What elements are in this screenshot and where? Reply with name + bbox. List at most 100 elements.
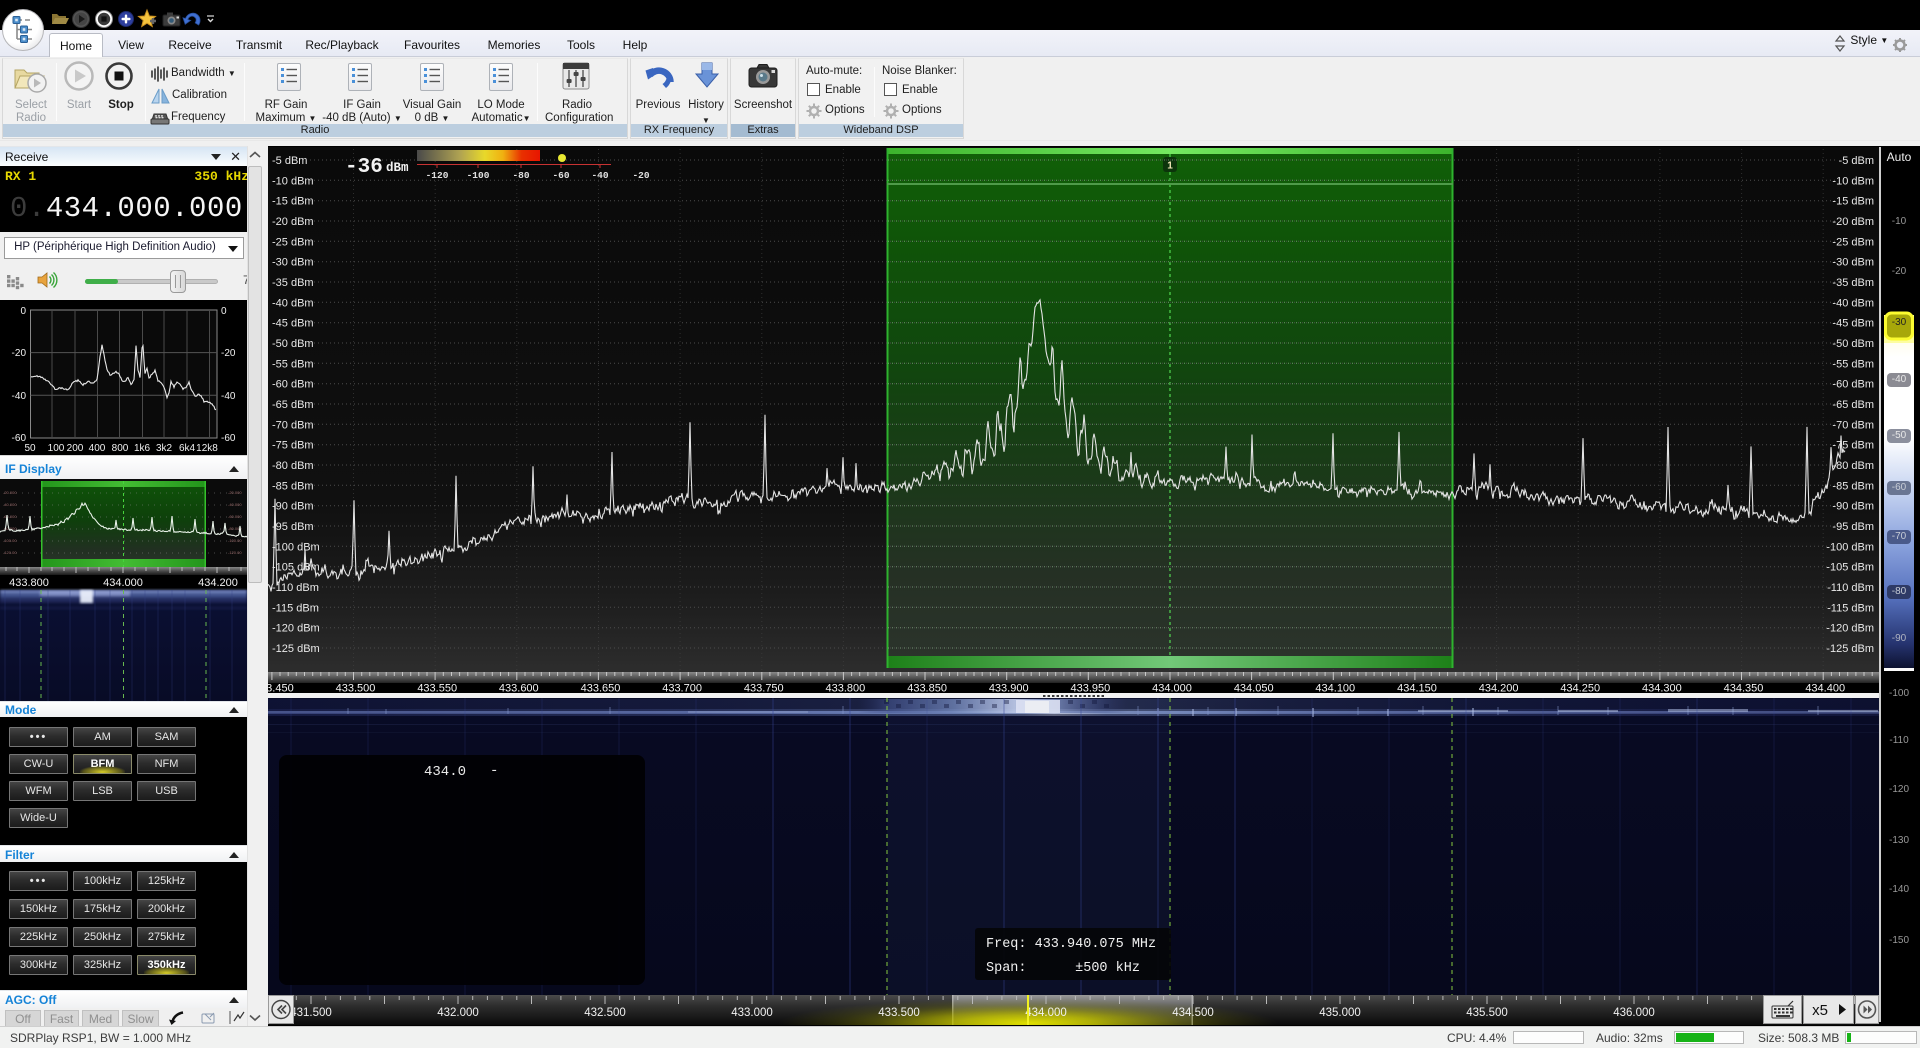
svg-text:1: 1: [1167, 161, 1173, 172]
svg-text:-65 dBm: -65 dBm: [272, 399, 314, 411]
svg-text:-60: -60: [221, 433, 236, 444]
svg-text:-15 dBm: -15 dBm: [272, 196, 314, 208]
svg-text:0: 0: [221, 306, 227, 317]
svg-text:-25 dBm: -25 dBm: [1832, 236, 1874, 248]
svg-text:-50 dBm: -50 dBm: [1832, 338, 1874, 350]
svg-text:-115 dBm: -115 dBm: [272, 602, 319, 614]
svg-text:12k8: 12k8: [196, 443, 218, 454]
svg-text:-70 dBm: -70 dBm: [1832, 419, 1874, 431]
svg-text:-40.000: -40.000: [3, 502, 17, 507]
svg-text:-90 dBm: -90 dBm: [1832, 501, 1874, 513]
svg-text:6k4: 6k4: [179, 443, 196, 454]
svg-text:434.100: 434.100: [1315, 683, 1355, 694]
svg-text:Freq: 433.940.075 MHz: Freq: 433.940.075 MHz: [986, 937, 1156, 952]
svg-text:433.900: 433.900: [989, 683, 1029, 694]
svg-text:-60 dBm: -60 dBm: [272, 379, 314, 391]
svg-text:434.400: 434.400: [1805, 683, 1845, 694]
svg-text:-10 dBm: -10 dBm: [272, 175, 314, 187]
svg-text:-25 dBm: -25 dBm: [272, 236, 314, 248]
svg-text:-60: -60: [552, 170, 569, 181]
svg-text:-30 dBm: -30 dBm: [272, 257, 314, 269]
svg-text:434.000: 434.000: [1025, 1007, 1067, 1019]
svg-text:-120.00: -120.00: [228, 550, 242, 555]
svg-text:433.000: 433.000: [731, 1007, 773, 1019]
svg-text:-70 dBm: -70 dBm: [272, 419, 314, 431]
svg-text:x5: x5: [1812, 1002, 1828, 1019]
svg-text:-20: -20: [221, 348, 236, 359]
svg-text:-40: -40: [12, 391, 27, 402]
svg-text:-45 dBm: -45 dBm: [272, 318, 314, 330]
svg-text:100: 100: [48, 443, 65, 454]
svg-text:434.350: 434.350: [1724, 683, 1764, 694]
svg-text:433.500: 433.500: [878, 1007, 920, 1019]
svg-text:-20: -20: [12, 348, 27, 359]
svg-text:-40: -40: [221, 391, 236, 402]
svg-text:-100: -100: [467, 170, 490, 181]
svg-text:-: -: [490, 763, 498, 779]
svg-text:-20 dBm: -20 dBm: [1832, 216, 1874, 228]
svg-text:800: 800: [112, 443, 129, 454]
svg-text:dBm: dBm: [386, 161, 409, 175]
svg-text:-100 dBm: -100 dBm: [272, 541, 320, 553]
svg-text:-125 dBm: -125 dBm: [1826, 643, 1874, 655]
svg-text:435.500: 435.500: [1466, 1007, 1508, 1019]
svg-text:-95 dBm: -95 dBm: [1832, 521, 1874, 533]
svg-text:434.150: 434.150: [1397, 683, 1437, 694]
svg-text:-40: -40: [591, 170, 608, 181]
svg-text:-100.00: -100.00: [228, 538, 242, 543]
svg-text:-5 dBm: -5 dBm: [1839, 155, 1874, 167]
svg-text:434.200: 434.200: [1479, 683, 1519, 694]
svg-text:434.000: 434.000: [103, 577, 143, 589]
svg-text:-20.000: -20.000: [3, 490, 17, 495]
svg-text:434.500: 434.500: [1172, 1007, 1214, 1019]
svg-text:-90 dBm: -90 dBm: [272, 501, 314, 513]
svg-text:436.000: 436.000: [1613, 1007, 1655, 1019]
svg-text:-45 dBm: -45 dBm: [1832, 318, 1874, 330]
svg-text:-85 dBm: -85 dBm: [272, 480, 314, 492]
svg-text:3k2: 3k2: [156, 443, 173, 454]
svg-text:432.000: 432.000: [437, 1007, 479, 1019]
svg-text:-80: -80: [512, 170, 529, 181]
svg-text:-120.00: -120.00: [3, 550, 17, 555]
svg-text:433.750: 433.750: [744, 683, 784, 694]
svg-text:434.200: 434.200: [198, 577, 238, 589]
svg-text:432.500: 432.500: [584, 1007, 626, 1019]
svg-text:-60 dBm: -60 dBm: [1832, 379, 1874, 391]
svg-text:-75 dBm: -75 dBm: [272, 440, 314, 452]
svg-text:434.300: 434.300: [1642, 683, 1682, 694]
svg-text:200: 200: [67, 443, 84, 454]
svg-text:-110 dBm: -110 dBm: [1827, 582, 1874, 594]
svg-text:-110 dBm: -110 dBm: [272, 582, 319, 594]
svg-text:-20 dBm: -20 dBm: [272, 216, 314, 228]
svg-text:-50 dBm: -50 dBm: [272, 338, 314, 350]
svg-text:-35 dBm: -35 dBm: [1832, 277, 1874, 289]
svg-text:Span: ±500 kHz: Span: ±500 kHz: [986, 961, 1140, 976]
svg-text:50: 50: [24, 443, 36, 454]
svg-text:-80 dBm: -80 dBm: [272, 460, 314, 472]
svg-text:-105 dBm: -105 dBm: [1826, 562, 1874, 574]
svg-text:434.050: 434.050: [1234, 683, 1274, 694]
svg-text:433.650: 433.650: [581, 683, 621, 694]
svg-text:434.250: 434.250: [1560, 683, 1600, 694]
svg-text:-115 dBm: -115 dBm: [1827, 602, 1874, 614]
svg-text:431.500: 431.500: [290, 1007, 332, 1019]
svg-text:-120: -120: [426, 170, 449, 181]
svg-text:-5 dBm: -5 dBm: [272, 155, 307, 167]
svg-text:-120 dBm: -120 dBm: [272, 623, 320, 635]
svg-text:-100.00: -100.00: [3, 538, 17, 543]
svg-text:433.950: 433.950: [1071, 683, 1111, 694]
svg-text:433.850: 433.850: [907, 683, 947, 694]
svg-text:-60.000: -60.000: [228, 514, 242, 519]
svg-text:-105 dBm: -105 dBm: [272, 562, 320, 574]
svg-text:434.0: 434.0: [424, 764, 466, 780]
svg-text:400: 400: [89, 443, 106, 454]
svg-text:435.000: 435.000: [1319, 1007, 1361, 1019]
svg-text:-40 dBm: -40 dBm: [1832, 297, 1874, 309]
svg-text:433.600: 433.600: [499, 683, 539, 694]
svg-text:-55 dBm: -55 dBm: [1832, 358, 1874, 370]
svg-text:433.450: 433.450: [268, 683, 294, 694]
svg-text:-30 dBm: -30 dBm: [1832, 257, 1874, 269]
svg-text:433.500: 433.500: [336, 683, 376, 694]
svg-text:-20: -20: [632, 170, 649, 181]
svg-text:-36: -36: [345, 156, 383, 179]
